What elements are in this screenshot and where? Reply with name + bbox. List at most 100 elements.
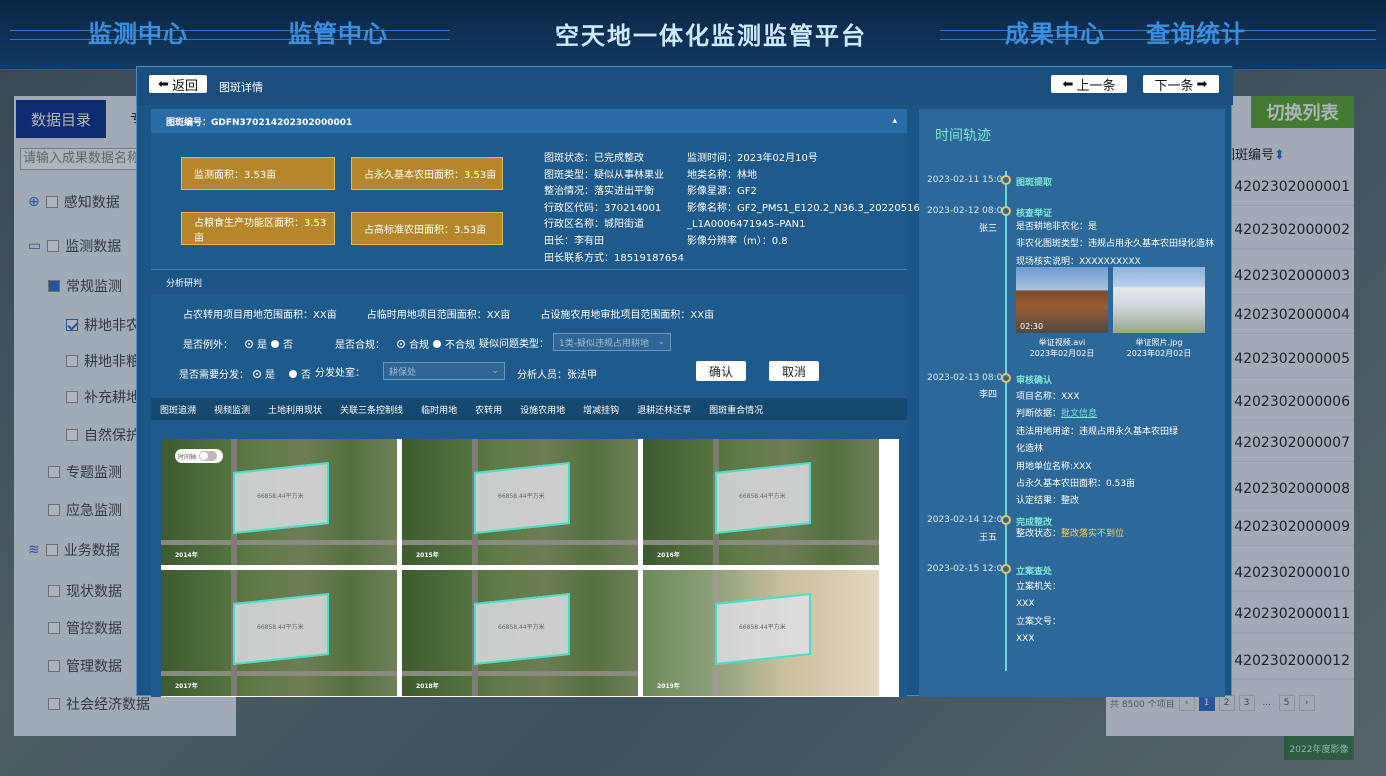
compliant-radio[interactable]	[397, 339, 405, 348]
prev-label: 上一条	[1076, 78, 1116, 94]
imagery-tile[interactable]: 66858.44平方米 2016年	[643, 439, 879, 565]
event-date: 2023-02-14 12:00	[927, 515, 1009, 525]
noncompliant-radio[interactable]	[433, 339, 441, 348]
tab-facility-land[interactable]: 设施农用地	[511, 403, 574, 416]
media-date: 2023年02月02日	[1126, 349, 1192, 358]
timeline-axis	[1005, 171, 1007, 671]
arrow-left-icon: ⬅	[158, 76, 169, 92]
nav-monitor-center[interactable]: 监测中心	[88, 14, 188, 49]
nav-supervision-center[interactable]: 监管中心	[288, 14, 388, 49]
radio-label: 是	[265, 370, 275, 381]
review-basis: 判断依据：批文信息	[1016, 406, 1178, 423]
case-details: 立案机关： XXX 立案文号： XXX	[1016, 579, 1061, 649]
timeline-title: 时间轨迹	[935, 128, 991, 144]
permanent-farmland-area-card: 占永久基本农田面积：3.53亩	[351, 157, 503, 190]
tile-year: 2018年	[416, 683, 439, 690]
office-row: 分发处室： 耕保处 ⌄	[315, 362, 505, 380]
nav-query-stats[interactable]: 查询统计	[1146, 14, 1246, 49]
detail-left-section: 图斑编号：GDFN370214202302000001 ▴ 监测面积：3.53亩 …	[151, 109, 920, 697]
prev-record-button[interactable]: ⬅ 上一条	[1051, 75, 1127, 94]
info-remediation: 整治情况：落实进出平衡	[544, 186, 654, 198]
evidence-photo-thumbnail[interactable]	[1113, 267, 1205, 333]
exception-no-radio[interactable]	[271, 339, 279, 348]
case-line: XXX	[1016, 599, 1035, 610]
review-line: 用地单位名称:XXX	[1016, 461, 1092, 472]
media-name: 举证视频.avi	[1038, 338, 1086, 347]
event-person: 张三	[978, 224, 997, 234]
confirm-button[interactable]: 确认	[696, 361, 746, 381]
video-duration: 02:30	[1020, 322, 1044, 331]
problem-type-select[interactable]: 1类-疑似违规占用耕地 ⌄	[553, 333, 671, 351]
patch-area-label: 66858.44平方米	[257, 493, 304, 500]
verify-line: 是否耕地非农化：是	[1016, 222, 1098, 232]
office-label: 分发处室：	[315, 367, 365, 379]
rectify-value: 整改落实不到位	[1061, 529, 1125, 539]
evidence-video-thumbnail[interactable]: 02:30	[1016, 267, 1108, 333]
imagery-tile[interactable]: 66858.44平方米 2018年	[402, 570, 638, 696]
high-standard-area-card: 占高标准农田面积：3.53亩	[351, 212, 503, 245]
event-verify: 核查举证	[1016, 209, 1053, 219]
collapse-icon[interactable]: ▴	[892, 116, 897, 126]
patch-code: 图斑编号：GDFN370214202302000001	[166, 117, 353, 128]
next-record-button[interactable]: 下一条 ➡	[1143, 75, 1219, 94]
info-satellite: 影像星源：GF2	[687, 186, 757, 198]
verify-details: 是否耕地非农化：是 非农化图斑类型：违规占用永久基本农田绿化造林 现场核实说明：…	[1016, 219, 1214, 271]
tab-video-monitor[interactable]: 视频监测	[205, 403, 259, 416]
info-field-chief: 田长：李有田	[544, 235, 604, 247]
case-line: 立案文号：	[1016, 616, 1062, 627]
patch-area-label: 66858.44平方米	[739, 493, 786, 500]
media-date: 2023年02月02日	[1029, 349, 1095, 358]
grain-zone-area-card: 占粮食生产功能区面积：3.53亩	[181, 212, 335, 245]
back-button[interactable]: ⬅ 返回	[149, 75, 207, 94]
modal-title: 图斑详情	[219, 81, 263, 94]
tab-overlap[interactable]: 图斑重合情况	[700, 403, 772, 416]
patch-detail-modal: ⬅ 返回 图斑详情 ⬅ 上一条 下一条 ➡ 图斑编号：GDFN370214202302…	[136, 66, 1233, 697]
event-date: 2023-02-15 12:00	[927, 564, 1009, 574]
exception-label: 是否例外：	[183, 340, 233, 351]
office-value: 耕保处	[389, 367, 417, 378]
exception-yes-radio[interactable]	[245, 339, 253, 348]
tab-land-use[interactable]: 土地利用现状	[259, 403, 331, 416]
next-label: 下一条	[1154, 78, 1194, 94]
imagery-tile[interactable]: 66858.44平方米 2019年	[643, 570, 879, 696]
patch-code-bar[interactable]: 图斑编号：GDFN370214202302000001 ▴	[151, 109, 907, 133]
arrow-right-icon: ➡	[1196, 76, 1208, 92]
nav-results-center[interactable]: 成果中心	[1005, 14, 1105, 49]
dispatch-label: 是否需要分发：	[179, 370, 249, 381]
platform-title: 空天地一体化监测监管平台	[555, 22, 867, 50]
chevron-down-icon: ⌄	[491, 366, 499, 376]
timeline-toggle[interactable]: 时间轴	[175, 449, 223, 463]
approval-info-link[interactable]: 批文信息	[1061, 409, 1097, 419]
toggle-switch[interactable]	[199, 451, 218, 461]
patch-area-label: 66858.44平方米	[498, 624, 545, 631]
imagery-tile[interactable]: 66858.44平方米 2015年	[402, 439, 638, 565]
event-date: 2023-02-11 15:00	[927, 175, 1009, 185]
imagery-tile[interactable]: 66858.44平方米 2017年	[161, 570, 397, 696]
dispatch-no-radio[interactable]	[289, 369, 297, 378]
tab-balance-link[interactable]: 增减挂钩	[574, 403, 628, 416]
rectify-status: 整改状态：整改落实不到位	[1016, 526, 1124, 543]
event-case: 立案查处	[1016, 567, 1053, 577]
event-review: 审核确认	[1016, 376, 1053, 386]
tab-return-forest[interactable]: 退耕还林还草	[628, 403, 700, 416]
cancel-button[interactable]: 取消	[769, 361, 819, 381]
toggle-label: 时间轴	[178, 453, 197, 461]
review-line: 占永久基本农田面积：0.53亩	[1016, 479, 1136, 490]
radio-label: 是	[257, 340, 267, 351]
rectify-label: 整改状态：	[1016, 529, 1062, 539]
analysis-temp-area: 占临时用地项目范围面积：XX亩	[366, 310, 511, 321]
tab-agri-transfer[interactable]: 农转用	[466, 403, 511, 416]
event-date: 2023-02-13 08:00	[927, 373, 1009, 383]
exception-row: 是否例外： 是 否	[183, 336, 293, 351]
analysis-area-row: 占农转用项目用地范围面积：XX亩 占临时用地项目范围面积：XX亩 占设施农用地审…	[183, 306, 714, 321]
tab-control-lines[interactable]: 关联三条控制线	[331, 403, 412, 416]
office-select[interactable]: 耕保处 ⌄	[383, 362, 505, 380]
dispatch-yes-radio[interactable]	[253, 369, 261, 378]
review-line: 项目名称：XXX	[1016, 392, 1080, 402]
tab-temp-land[interactable]: 临时用地	[412, 403, 466, 416]
problem-type-row: 疑似问题类型： 1类-疑似违规占用耕地 ⌄	[479, 333, 671, 351]
event-person: 李四	[978, 390, 997, 400]
media-caption: 举证照片.jpg 2023年02月02日	[1113, 337, 1205, 359]
case-line: 立案机关：	[1016, 582, 1062, 592]
tab-patch-trace[interactable]: 图斑追溯	[151, 403, 205, 416]
